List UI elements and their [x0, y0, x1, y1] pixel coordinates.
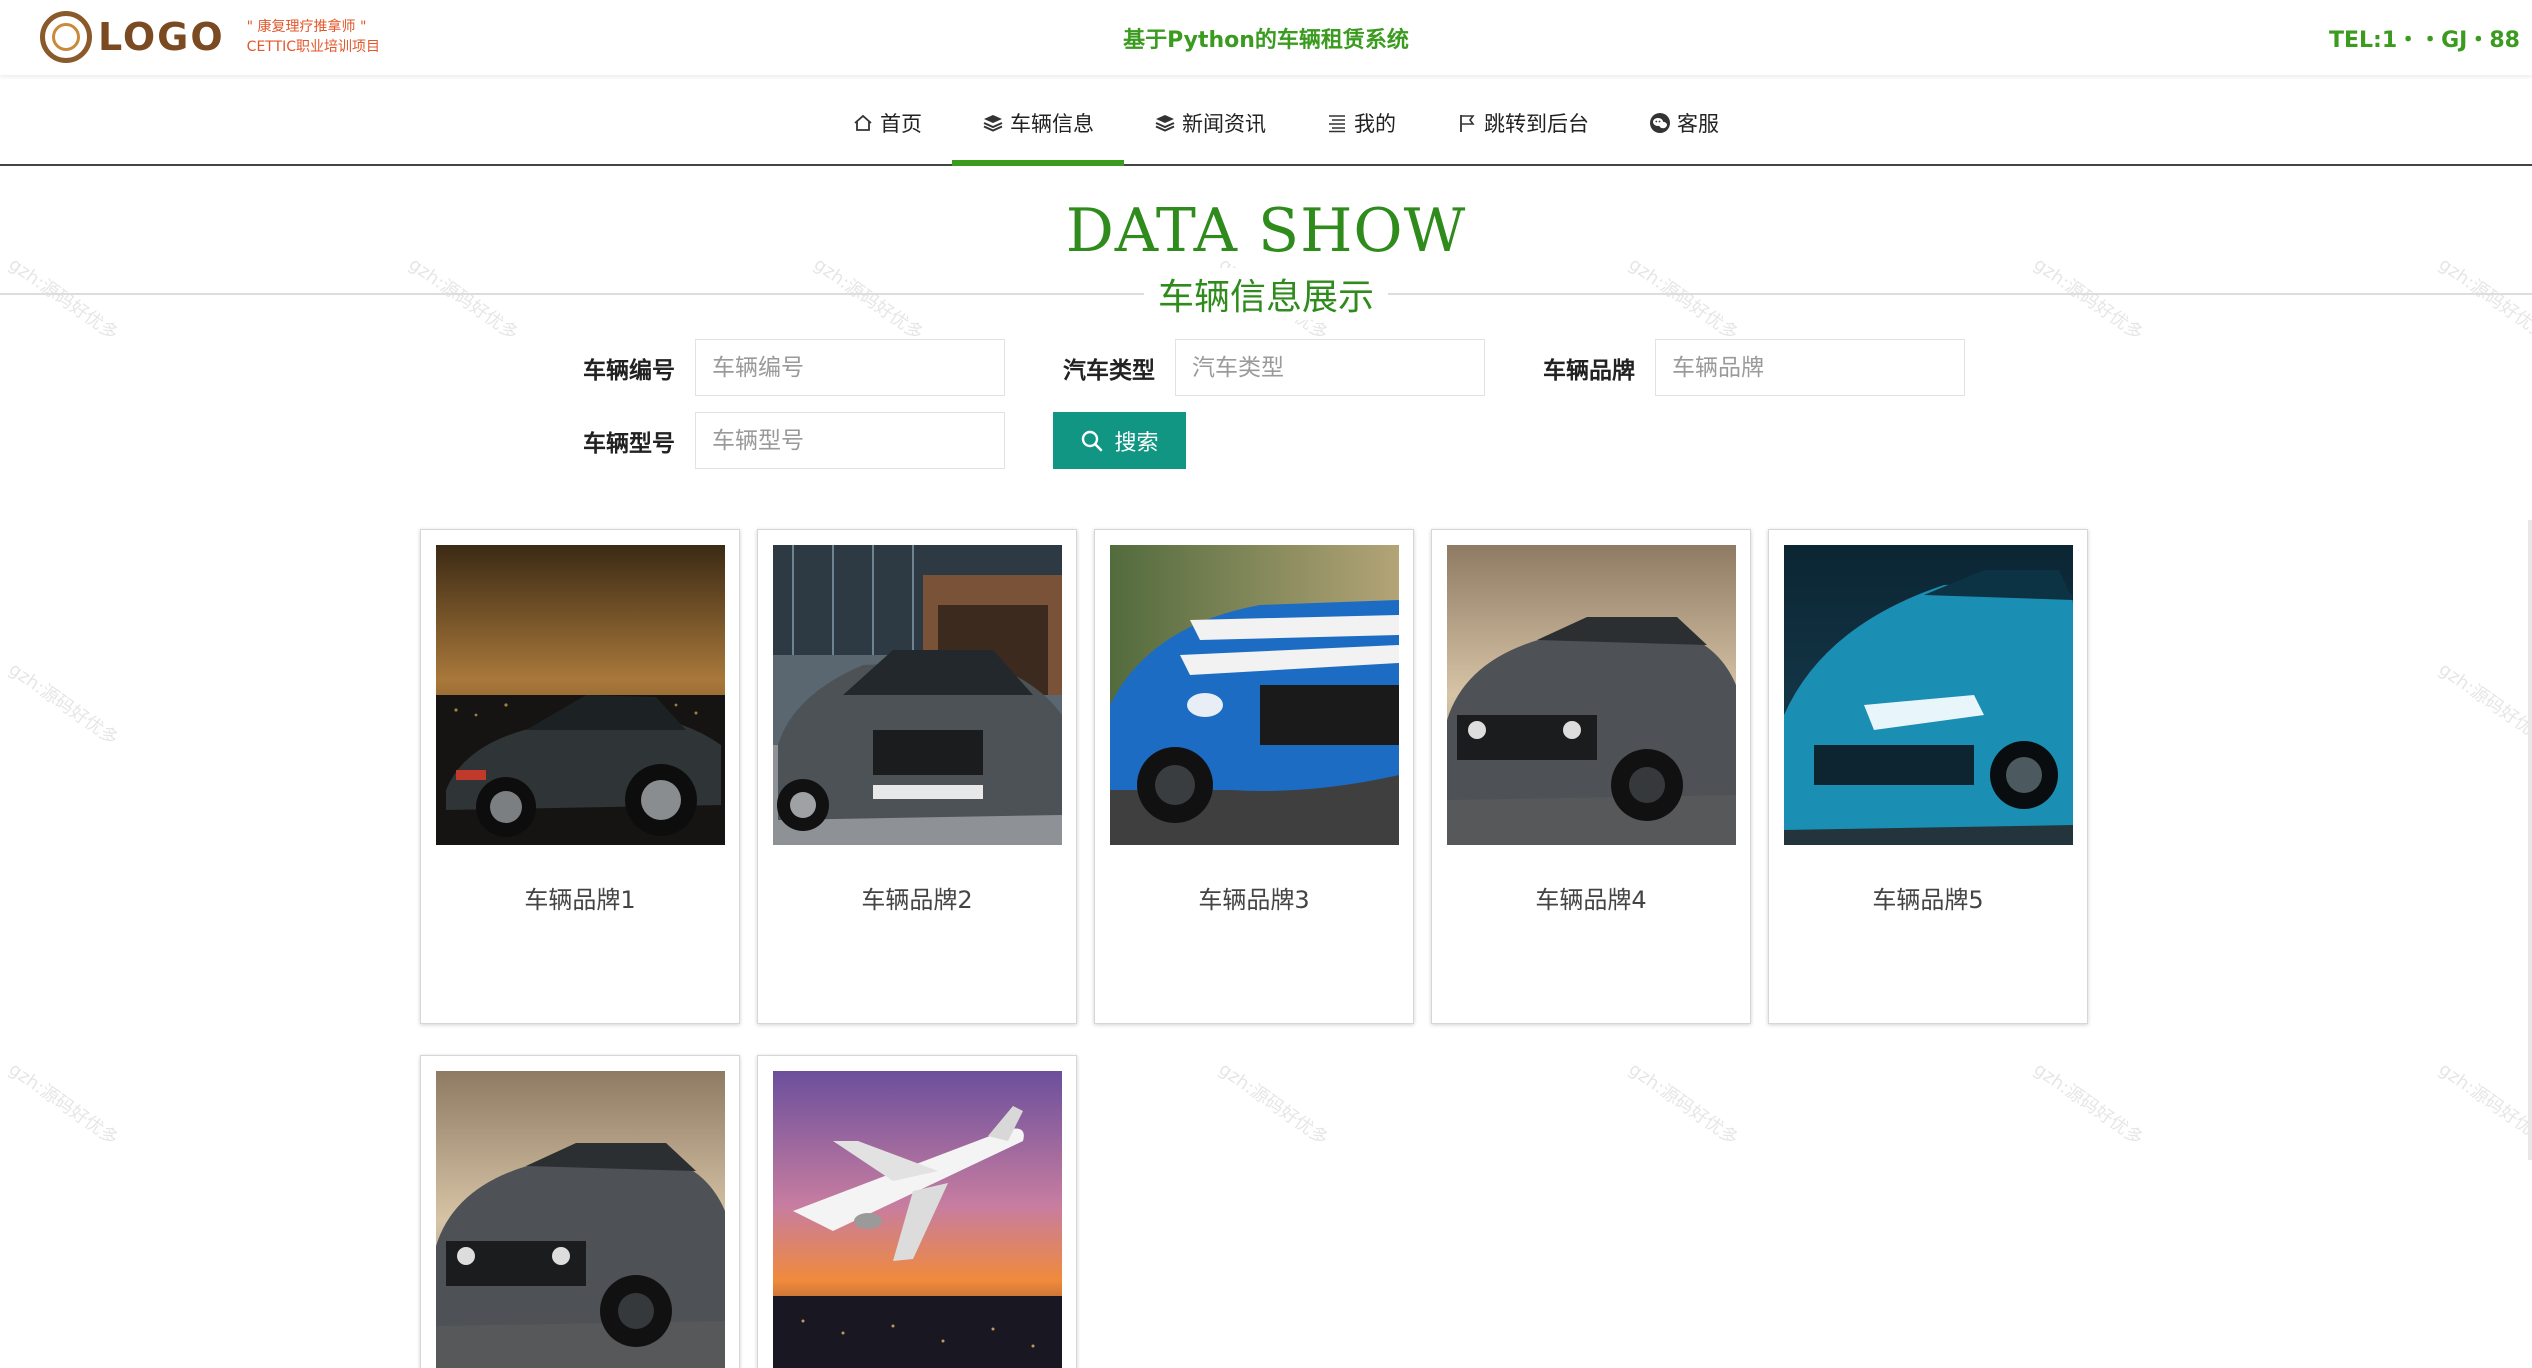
- top-header: LOGO " 康复理疗推拿师 " CETTIC职业培训项目 基于Python的车…: [0, 0, 2532, 75]
- layers-icon: [1154, 112, 1176, 134]
- watermark: gzh:源码好优多: [4, 658, 122, 750]
- nav-item-admin[interactable]: 跳转到后台: [1426, 82, 1619, 164]
- list-icon: [1326, 112, 1348, 134]
- search-button-label: 搜索: [1114, 430, 1159, 456]
- nav-item-home[interactable]: 首页: [822, 82, 952, 164]
- vehicle-card[interactable]: [757, 1055, 1077, 1368]
- grey-muscle-car-photo: [1447, 545, 1736, 845]
- nav-bar: 首页 车辆信息 新闻资讯 我的 跳转到后台 客服: [822, 82, 1749, 166]
- nav-item-label: 客服: [1677, 112, 1719, 136]
- brand-input[interactable]: [1655, 339, 1965, 396]
- search-field-model: 车辆型号: [555, 412, 1005, 469]
- nav-item-service[interactable]: 客服: [1619, 82, 1749, 164]
- section-subtitle-wrap: 车辆信息展示: [0, 268, 2532, 320]
- vehicle-card[interactable]: 车辆品牌3: [1094, 529, 1414, 1024]
- watermark: gzh:源码好优多: [1624, 1058, 1742, 1150]
- search-field-brand: 车辆品牌: [1515, 339, 1965, 396]
- scrollbar-track[interactable]: [2528, 520, 2532, 1160]
- nav-item-news[interactable]: 新闻资讯: [1124, 82, 1296, 164]
- model-input[interactable]: [695, 412, 1005, 469]
- nav-item-label: 车辆信息: [1010, 112, 1094, 136]
- nav-item-label: 首页: [880, 112, 922, 136]
- site-title: 基于Python的车辆租赁系统: [1123, 28, 1409, 53]
- nav-item-mine[interactable]: 我的: [1296, 82, 1426, 164]
- telephone: TEL:1・・GJ・88: [2328, 28, 2520, 53]
- card-caption: 车辆品牌5: [1872, 886, 1984, 914]
- watermark: gzh:源码好优多: [2434, 1058, 2532, 1150]
- search-button[interactable]: 搜索: [1053, 412, 1186, 469]
- vehicle-card[interactable]: 车辆品牌1: [420, 529, 740, 1024]
- brand-label: 车辆品牌: [1543, 357, 1635, 384]
- vehicle-card[interactable]: 车辆品牌5: [1768, 529, 2088, 1024]
- watermark: gzh:源码好优多: [4, 1058, 122, 1150]
- blue-muscle-car-photo: [1110, 545, 1399, 845]
- card-caption: 车辆品牌2: [861, 886, 973, 914]
- watermark: gzh:源码好优多: [2029, 1058, 2147, 1150]
- vehicle-card[interactable]: 车辆品牌4: [1431, 529, 1751, 1024]
- section-title: DATA SHOW: [1065, 196, 1467, 266]
- nav-item-label: 跳转到后台: [1484, 112, 1589, 136]
- watermark: gzh:源码好优多: [2434, 658, 2532, 750]
- search-field-vehicle-number: 车辆编号: [555, 339, 1005, 396]
- nav-item-label: 新闻资讯: [1182, 112, 1266, 136]
- card-caption: 车辆品牌1: [524, 886, 636, 914]
- nav-item-label: 我的: [1354, 112, 1396, 136]
- vehicle-number-label: 车辆编号: [583, 357, 675, 384]
- car-type-label: 汽车类型: [1063, 357, 1155, 384]
- card-caption: 车辆品牌4: [1535, 886, 1647, 914]
- search-field-car-type: 汽车类型: [1035, 339, 1485, 396]
- vehicle-card[interactable]: 车辆品牌2: [757, 529, 1077, 1024]
- silver-sedan-photo: [773, 545, 1062, 845]
- grey-muscle-car-photo: [436, 1071, 725, 1368]
- vehicle-card[interactable]: [420, 1055, 740, 1368]
- watermark: gzh:源码好优多: [1214, 1058, 1332, 1150]
- car-type-input[interactable]: [1175, 339, 1485, 396]
- airplane-sunset-photo: [773, 1071, 1062, 1368]
- flag-icon: [1456, 112, 1478, 134]
- blue-concept-car-photo: [1784, 545, 2073, 845]
- vehicle-number-input[interactable]: [695, 339, 1005, 396]
- dark-sports-car-photo: [436, 545, 725, 845]
- search-icon: [1080, 429, 1104, 453]
- nav-item-vehicle-info[interactable]: 车辆信息: [952, 82, 1124, 166]
- home-icon: [852, 112, 874, 134]
- model-label: 车辆型号: [583, 430, 675, 457]
- layers-icon: [982, 112, 1004, 134]
- section-subtitle: 车辆信息展示: [1143, 268, 1388, 320]
- card-caption: 车辆品牌3: [1198, 886, 1310, 914]
- chat-icon: [1649, 112, 1671, 134]
- main-nav: 首页 车辆信息 新闻资讯 我的 跳转到后台 客服: [0, 82, 2532, 166]
